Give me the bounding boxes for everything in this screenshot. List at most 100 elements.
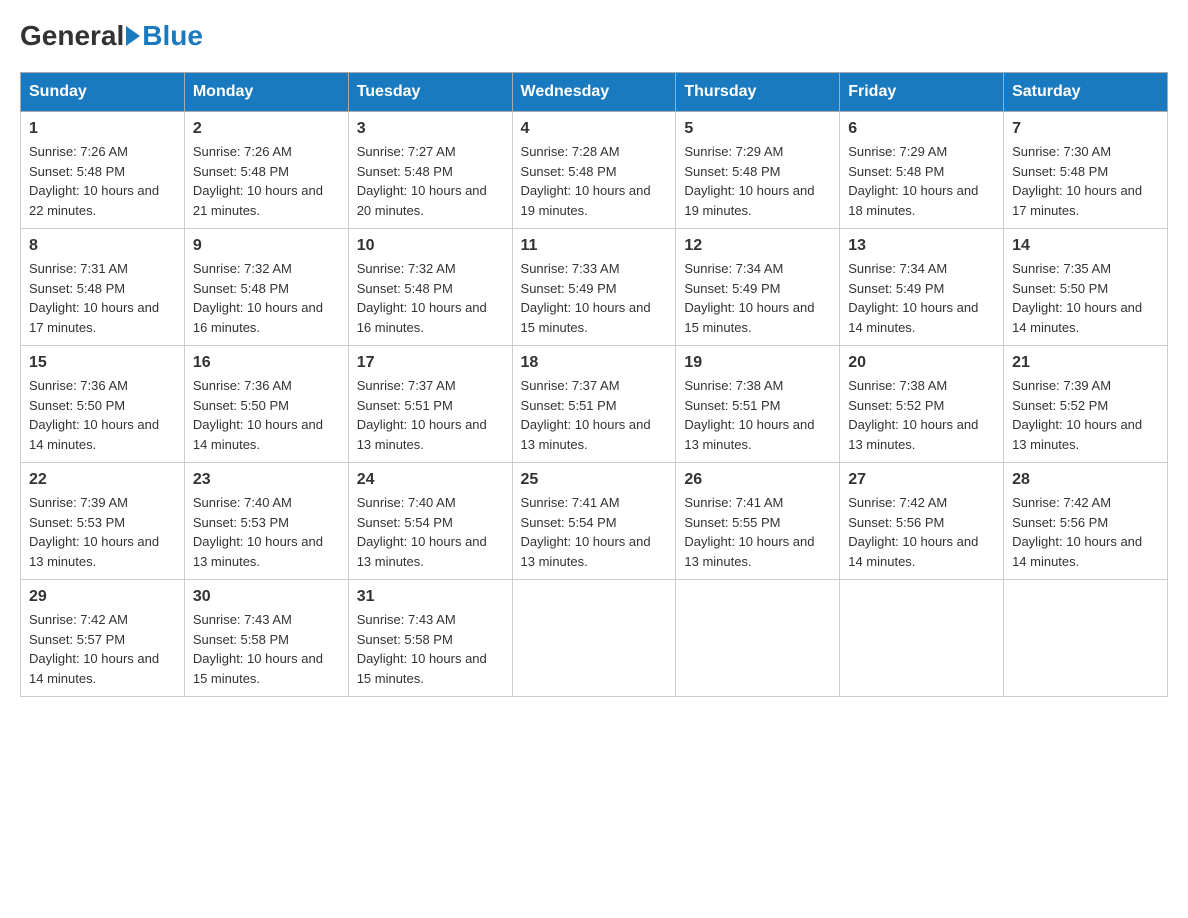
day-info: Sunrise: 7:42 AMSunset: 5:57 PMDaylight:… xyxy=(29,612,159,686)
logo-general-text: General xyxy=(20,20,124,52)
day-info: Sunrise: 7:31 AMSunset: 5:48 PMDaylight:… xyxy=(29,261,159,335)
day-info: Sunrise: 7:38 AMSunset: 5:51 PMDaylight:… xyxy=(684,378,814,452)
calendar-cell xyxy=(840,580,1004,697)
calendar-cell: 30 Sunrise: 7:43 AMSunset: 5:58 PMDaylig… xyxy=(184,580,348,697)
calendar-cell: 2 Sunrise: 7:26 AMSunset: 5:48 PMDayligh… xyxy=(184,112,348,229)
day-number: 12 xyxy=(684,237,831,255)
day-info: Sunrise: 7:32 AMSunset: 5:48 PMDaylight:… xyxy=(193,261,323,335)
calendar-cell: 1 Sunrise: 7:26 AMSunset: 5:48 PMDayligh… xyxy=(21,112,185,229)
day-number: 27 xyxy=(848,471,995,489)
calendar-cell: 4 Sunrise: 7:28 AMSunset: 5:48 PMDayligh… xyxy=(512,112,676,229)
calendar-cell: 13 Sunrise: 7:34 AMSunset: 5:49 PMDaylig… xyxy=(840,229,1004,346)
calendar-day-header: Thursday xyxy=(676,73,840,112)
day-info: Sunrise: 7:34 AMSunset: 5:49 PMDaylight:… xyxy=(684,261,814,335)
page-header: General Blue xyxy=(20,20,1168,52)
day-info: Sunrise: 7:28 AMSunset: 5:48 PMDaylight:… xyxy=(521,144,651,218)
calendar-cell: 26 Sunrise: 7:41 AMSunset: 5:55 PMDaylig… xyxy=(676,463,840,580)
calendar-cell: 10 Sunrise: 7:32 AMSunset: 5:48 PMDaylig… xyxy=(348,229,512,346)
calendar-cell: 16 Sunrise: 7:36 AMSunset: 5:50 PMDaylig… xyxy=(184,346,348,463)
day-info: Sunrise: 7:33 AMSunset: 5:49 PMDaylight:… xyxy=(521,261,651,335)
day-number: 17 xyxy=(357,354,504,372)
calendar-cell: 27 Sunrise: 7:42 AMSunset: 5:56 PMDaylig… xyxy=(840,463,1004,580)
day-number: 18 xyxy=(521,354,668,372)
calendar-cell: 5 Sunrise: 7:29 AMSunset: 5:48 PMDayligh… xyxy=(676,112,840,229)
calendar-cell: 21 Sunrise: 7:39 AMSunset: 5:52 PMDaylig… xyxy=(1004,346,1168,463)
calendar-cell: 6 Sunrise: 7:29 AMSunset: 5:48 PMDayligh… xyxy=(840,112,1004,229)
day-info: Sunrise: 7:29 AMSunset: 5:48 PMDaylight:… xyxy=(848,144,978,218)
day-info: Sunrise: 7:37 AMSunset: 5:51 PMDaylight:… xyxy=(357,378,487,452)
day-number: 15 xyxy=(29,354,176,372)
day-number: 28 xyxy=(1012,471,1159,489)
calendar-cell: 18 Sunrise: 7:37 AMSunset: 5:51 PMDaylig… xyxy=(512,346,676,463)
calendar-cell: 17 Sunrise: 7:37 AMSunset: 5:51 PMDaylig… xyxy=(348,346,512,463)
day-info: Sunrise: 7:30 AMSunset: 5:48 PMDaylight:… xyxy=(1012,144,1142,218)
day-number: 22 xyxy=(29,471,176,489)
calendar-cell: 8 Sunrise: 7:31 AMSunset: 5:48 PMDayligh… xyxy=(21,229,185,346)
day-info: Sunrise: 7:43 AMSunset: 5:58 PMDaylight:… xyxy=(193,612,323,686)
day-info: Sunrise: 7:38 AMSunset: 5:52 PMDaylight:… xyxy=(848,378,978,452)
day-number: 11 xyxy=(521,237,668,255)
calendar-cell: 31 Sunrise: 7:43 AMSunset: 5:58 PMDaylig… xyxy=(348,580,512,697)
day-number: 30 xyxy=(193,588,340,606)
calendar-cell: 20 Sunrise: 7:38 AMSunset: 5:52 PMDaylig… xyxy=(840,346,1004,463)
day-number: 16 xyxy=(193,354,340,372)
calendar-day-header: Tuesday xyxy=(348,73,512,112)
calendar-day-header: Wednesday xyxy=(512,73,676,112)
day-number: 23 xyxy=(193,471,340,489)
day-info: Sunrise: 7:29 AMSunset: 5:48 PMDaylight:… xyxy=(684,144,814,218)
day-number: 6 xyxy=(848,120,995,138)
calendar-week-row: 8 Sunrise: 7:31 AMSunset: 5:48 PMDayligh… xyxy=(21,229,1168,346)
day-info: Sunrise: 7:43 AMSunset: 5:58 PMDaylight:… xyxy=(357,612,487,686)
day-info: Sunrise: 7:41 AMSunset: 5:55 PMDaylight:… xyxy=(684,495,814,569)
day-number: 29 xyxy=(29,588,176,606)
day-info: Sunrise: 7:37 AMSunset: 5:51 PMDaylight:… xyxy=(521,378,651,452)
calendar-cell: 19 Sunrise: 7:38 AMSunset: 5:51 PMDaylig… xyxy=(676,346,840,463)
calendar-table: SundayMondayTuesdayWednesdayThursdayFrid… xyxy=(20,72,1168,697)
day-number: 2 xyxy=(193,120,340,138)
day-info: Sunrise: 7:42 AMSunset: 5:56 PMDaylight:… xyxy=(1012,495,1142,569)
day-number: 5 xyxy=(684,120,831,138)
calendar-header-row: SundayMondayTuesdayWednesdayThursdayFrid… xyxy=(21,73,1168,112)
day-info: Sunrise: 7:32 AMSunset: 5:48 PMDaylight:… xyxy=(357,261,487,335)
day-number: 20 xyxy=(848,354,995,372)
day-info: Sunrise: 7:27 AMSunset: 5:48 PMDaylight:… xyxy=(357,144,487,218)
day-number: 3 xyxy=(357,120,504,138)
calendar-cell: 24 Sunrise: 7:40 AMSunset: 5:54 PMDaylig… xyxy=(348,463,512,580)
day-number: 31 xyxy=(357,588,504,606)
day-number: 24 xyxy=(357,471,504,489)
calendar-cell: 29 Sunrise: 7:42 AMSunset: 5:57 PMDaylig… xyxy=(21,580,185,697)
calendar-day-header: Friday xyxy=(840,73,1004,112)
calendar-week-row: 22 Sunrise: 7:39 AMSunset: 5:53 PMDaylig… xyxy=(21,463,1168,580)
day-info: Sunrise: 7:42 AMSunset: 5:56 PMDaylight:… xyxy=(848,495,978,569)
day-number: 10 xyxy=(357,237,504,255)
calendar-week-row: 29 Sunrise: 7:42 AMSunset: 5:57 PMDaylig… xyxy=(21,580,1168,697)
day-number: 26 xyxy=(684,471,831,489)
day-number: 4 xyxy=(521,120,668,138)
logo: General Blue xyxy=(20,20,203,52)
calendar-day-header: Saturday xyxy=(1004,73,1168,112)
calendar-cell xyxy=(1004,580,1168,697)
day-info: Sunrise: 7:39 AMSunset: 5:53 PMDaylight:… xyxy=(29,495,159,569)
calendar-cell: 7 Sunrise: 7:30 AMSunset: 5:48 PMDayligh… xyxy=(1004,112,1168,229)
logo-arrow-icon xyxy=(126,26,140,46)
calendar-cell: 25 Sunrise: 7:41 AMSunset: 5:54 PMDaylig… xyxy=(512,463,676,580)
day-info: Sunrise: 7:41 AMSunset: 5:54 PMDaylight:… xyxy=(521,495,651,569)
day-number: 13 xyxy=(848,237,995,255)
calendar-cell: 11 Sunrise: 7:33 AMSunset: 5:49 PMDaylig… xyxy=(512,229,676,346)
calendar-cell: 23 Sunrise: 7:40 AMSunset: 5:53 PMDaylig… xyxy=(184,463,348,580)
day-info: Sunrise: 7:26 AMSunset: 5:48 PMDaylight:… xyxy=(193,144,323,218)
day-info: Sunrise: 7:40 AMSunset: 5:54 PMDaylight:… xyxy=(357,495,487,569)
calendar-cell: 14 Sunrise: 7:35 AMSunset: 5:50 PMDaylig… xyxy=(1004,229,1168,346)
day-info: Sunrise: 7:26 AMSunset: 5:48 PMDaylight:… xyxy=(29,144,159,218)
day-info: Sunrise: 7:36 AMSunset: 5:50 PMDaylight:… xyxy=(193,378,323,452)
calendar-cell: 3 Sunrise: 7:27 AMSunset: 5:48 PMDayligh… xyxy=(348,112,512,229)
calendar-cell: 28 Sunrise: 7:42 AMSunset: 5:56 PMDaylig… xyxy=(1004,463,1168,580)
calendar-cell xyxy=(676,580,840,697)
calendar-week-row: 15 Sunrise: 7:36 AMSunset: 5:50 PMDaylig… xyxy=(21,346,1168,463)
day-number: 14 xyxy=(1012,237,1159,255)
day-number: 21 xyxy=(1012,354,1159,372)
calendar-day-header: Monday xyxy=(184,73,348,112)
day-info: Sunrise: 7:36 AMSunset: 5:50 PMDaylight:… xyxy=(29,378,159,452)
day-info: Sunrise: 7:39 AMSunset: 5:52 PMDaylight:… xyxy=(1012,378,1142,452)
day-number: 7 xyxy=(1012,120,1159,138)
